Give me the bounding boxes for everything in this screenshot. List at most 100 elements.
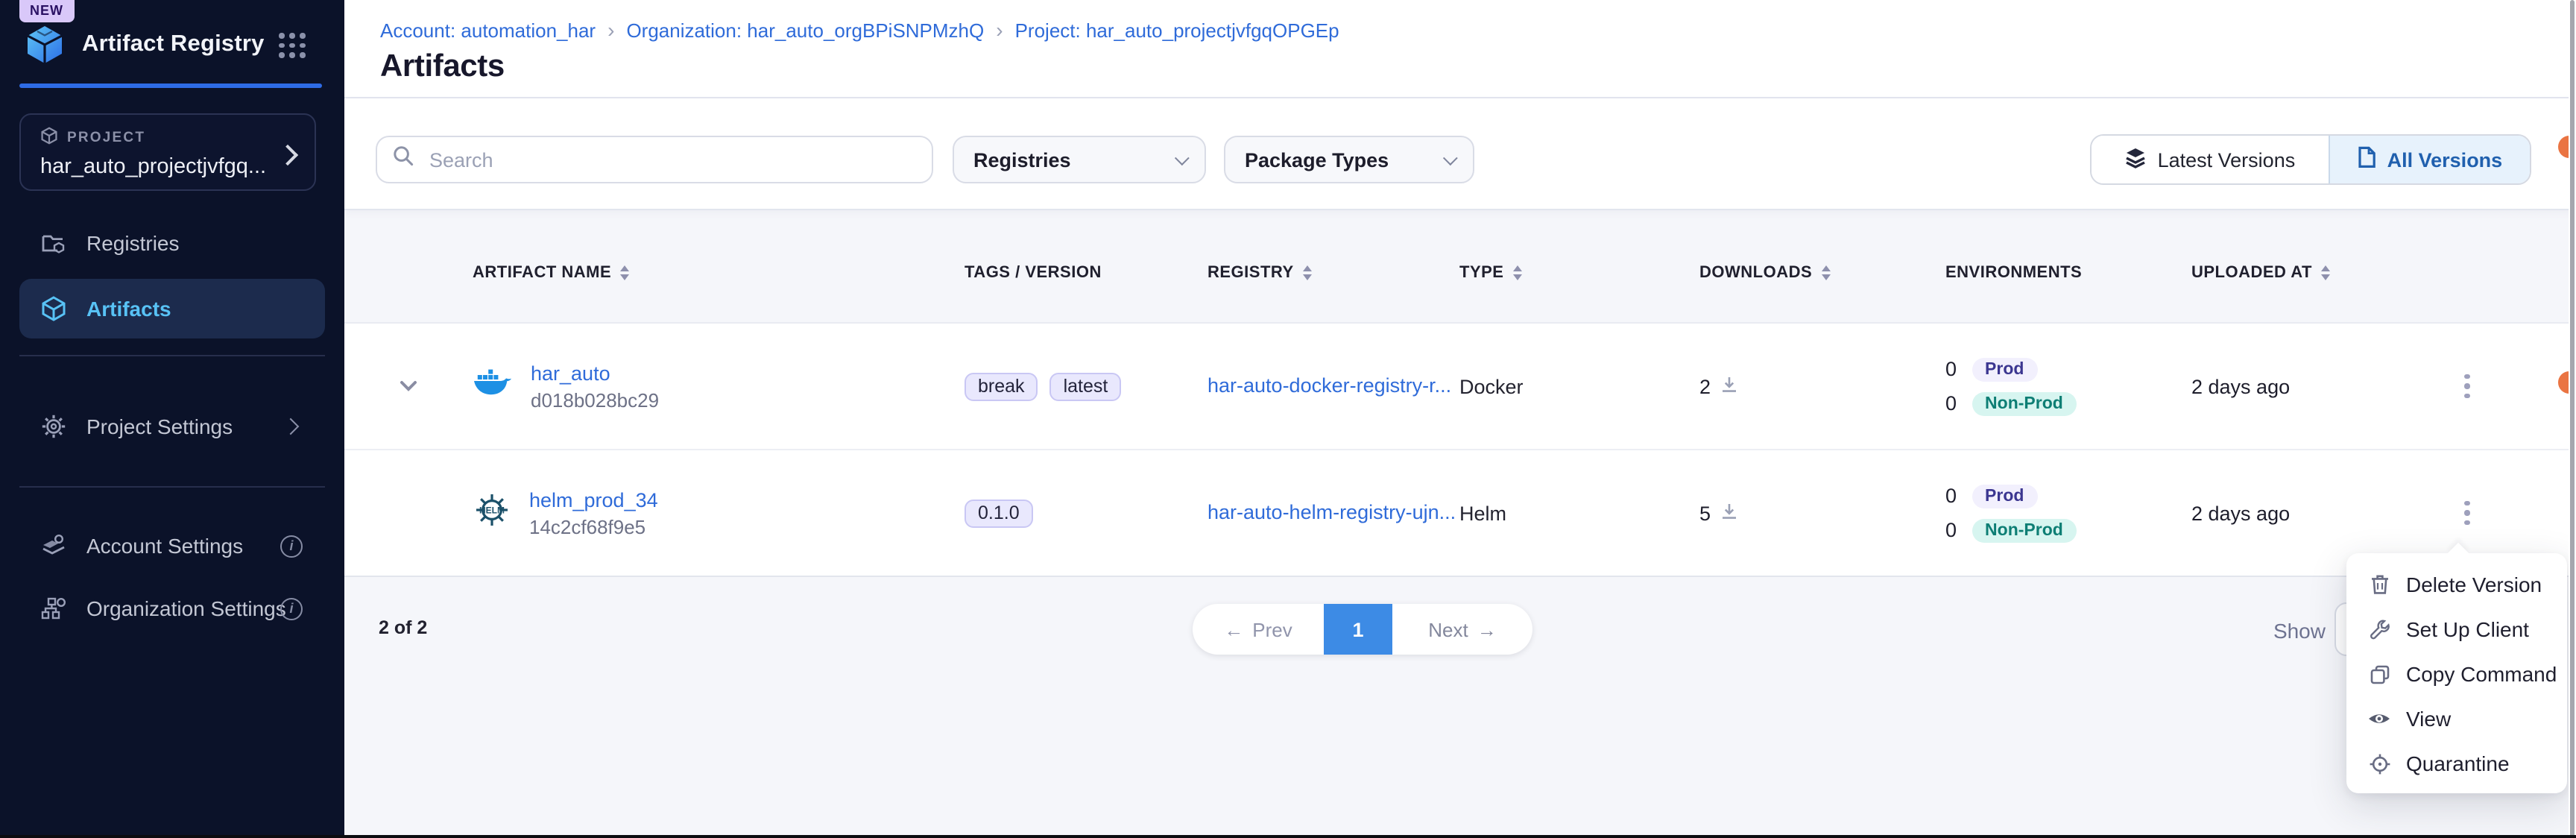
sidebar-item-registries[interactable]: Registries [19, 213, 325, 273]
column-header-artifact-name[interactable]: ARTIFACT NAME [473, 264, 965, 282]
prod-badge: Prod [1972, 484, 2037, 508]
column-header-downloads[interactable]: DOWNLOADS [1699, 264, 1945, 282]
tags-cell: 0.1.0 [965, 499, 1208, 527]
sidebar-item-organization-settings[interactable]: Organization Settings i [19, 579, 325, 638]
gear-icon [40, 413, 67, 440]
latest-versions-label: Latest Versions [2158, 148, 2296, 171]
next-label: Next [1428, 618, 1468, 640]
all-versions-label: All Versions [2387, 148, 2503, 171]
downloads-count: 2 [1699, 375, 1711, 397]
env-count: 0 [1945, 485, 1957, 507]
search-input[interactable] [426, 147, 917, 172]
project-selector[interactable]: PROJECT har_auto_projectjvfgq... [19, 113, 316, 191]
wrench-icon [2367, 617, 2391, 641]
menu-item-view[interactable]: View [2346, 696, 2567, 741]
column-label: DOWNLOADS [1699, 264, 1812, 282]
svg-text:HELM: HELM [479, 505, 505, 515]
sort-icon[interactable] [620, 265, 629, 281]
sidebar-item-label: Artifacts [86, 297, 171, 321]
sort-icon[interactable] [1821, 265, 1830, 281]
layers-gear-icon [40, 532, 67, 559]
row-expander[interactable] [344, 380, 473, 392]
env-count: 0 [1945, 519, 1957, 541]
menu-item-label: Quarantine [2406, 752, 2510, 775]
menu-item-set-up-client[interactable]: Set Up Client [2346, 607, 2567, 652]
registries-filter-dropdown[interactable]: Registries [953, 136, 1206, 183]
project-label: PROJECT [67, 130, 145, 146]
menu-item-quarantine[interactable]: Quarantine [2346, 741, 2567, 786]
uploaded-at-cell: 2 days ago [2191, 375, 2437, 397]
column-header-registry[interactable]: REGISTRY [1208, 264, 1459, 282]
column-label: TAGS / VERSION [965, 264, 1102, 282]
menu-item-label: Set Up Client [2406, 617, 2529, 641]
info-icon[interactable]: i [280, 535, 303, 557]
type-cell: Docker [1459, 375, 1699, 397]
nonprod-badge: Non-Prod [1972, 391, 2077, 415]
org-hierarchy-gear-icon [40, 595, 67, 622]
menu-item-label: Delete Version [2406, 573, 2542, 596]
sidebar: NEW Artifact Registry [0, 0, 344, 838]
actions-cell [2437, 367, 2569, 406]
info-icon[interactable]: i [280, 597, 303, 620]
sidebar-item-label: Account Settings [86, 534, 243, 558]
artifact-name-link[interactable]: helm_prod_34 [529, 488, 658, 511]
registries-filter-label: Registries [973, 148, 1071, 171]
table-row: har_auto d018b028bc29 break latest har-a… [344, 324, 2569, 449]
pager: ← Prev 1 Next → [1193, 604, 1532, 655]
sidebar-item-account-settings[interactable]: Account Settings i [19, 516, 325, 576]
breadcrumb-project-link[interactable]: Project: har_auto_projectjvfgqOPGEp [1015, 19, 1339, 41]
package-types-filter-label: Package Types [1245, 148, 1389, 171]
breadcrumb-separator: › [607, 18, 614, 42]
registry-link[interactable]: har-auto-docker-registry-r... [1208, 374, 1451, 397]
sidebar-item-project-settings[interactable]: Project Settings [19, 397, 325, 456]
next-page-button[interactable]: Next → [1392, 604, 1532, 655]
project-cube-icon [40, 127, 58, 149]
breadcrumb-organization-link[interactable]: Organization: har_auto_orgBPiSNPMzhQ [626, 19, 984, 41]
downloads-cell: 5 [1699, 502, 1945, 524]
package-types-filter-dropdown[interactable]: Package Types [1224, 136, 1474, 183]
sidebar-accent-divider [19, 84, 322, 87]
breadcrumb: Account: automation_har › Organization: … [380, 18, 1339, 42]
chevron-right-icon [282, 418, 300, 435]
column-header-type[interactable]: TYPE [1459, 264, 1699, 282]
file-icon [2358, 146, 2377, 173]
chevron-down-icon [1175, 150, 1190, 165]
registry-cell: har-auto-helm-registry-ujn... [1208, 500, 1459, 526]
menu-item-delete-version[interactable]: Delete Version [2346, 562, 2567, 607]
downloads-cell: 2 [1699, 375, 1945, 397]
prev-label: Prev [1252, 618, 1292, 640]
column-header-environments: ENVIRONMENTS [1945, 264, 2191, 282]
prod-badge: Prod [1972, 357, 2037, 381]
tags-cell: break latest [965, 372, 1208, 400]
uploaded-at-cell: 2 days ago [2191, 502, 2437, 524]
search-icon [392, 145, 414, 174]
app-grid-icon[interactable] [279, 33, 306, 58]
column-label: UPLOADED AT [2191, 264, 2312, 282]
column-header-uploaded-at[interactable]: UPLOADED AT [2191, 264, 2437, 282]
env-count: 0 [1945, 392, 1957, 415]
sidebar-item-artifacts[interactable]: Artifacts [19, 279, 325, 338]
layers-icon [2125, 146, 2147, 173]
page-number-button[interactable]: 1 [1324, 604, 1392, 655]
sort-icon[interactable] [2321, 265, 2330, 281]
column-header-tags-version: TAGS / VERSION [965, 264, 1208, 282]
type-cell: Helm [1459, 502, 1699, 524]
latest-versions-button[interactable]: Latest Versions [2092, 136, 2329, 183]
arrow-right-icon: → [1477, 618, 1497, 640]
pagination-summary: 2 of 2 [379, 617, 427, 638]
sort-icon[interactable] [1303, 265, 1312, 281]
all-versions-button[interactable]: All Versions [2329, 136, 2530, 183]
sort-icon[interactable] [1512, 265, 1521, 281]
versions-view-toggle: Latest Versions All Versions [2090, 134, 2531, 185]
column-label: TYPE [1459, 264, 1503, 282]
row-actions-menu-button[interactable] [2449, 494, 2485, 532]
row-actions-menu-button[interactable] [2449, 367, 2485, 406]
artifact-name-link[interactable]: har_auto [531, 362, 659, 384]
copy-icon [2367, 662, 2391, 686]
downloads-count: 5 [1699, 502, 1711, 524]
registry-link[interactable]: har-auto-helm-registry-ujn... [1208, 501, 1456, 523]
prev-page-button[interactable]: ← Prev [1193, 604, 1324, 655]
menu-item-copy-command[interactable]: Copy Command [2346, 652, 2567, 696]
scrollbar-thumb[interactable] [2569, 0, 2575, 838]
breadcrumb-account-link[interactable]: Account: automation_har [380, 19, 596, 41]
